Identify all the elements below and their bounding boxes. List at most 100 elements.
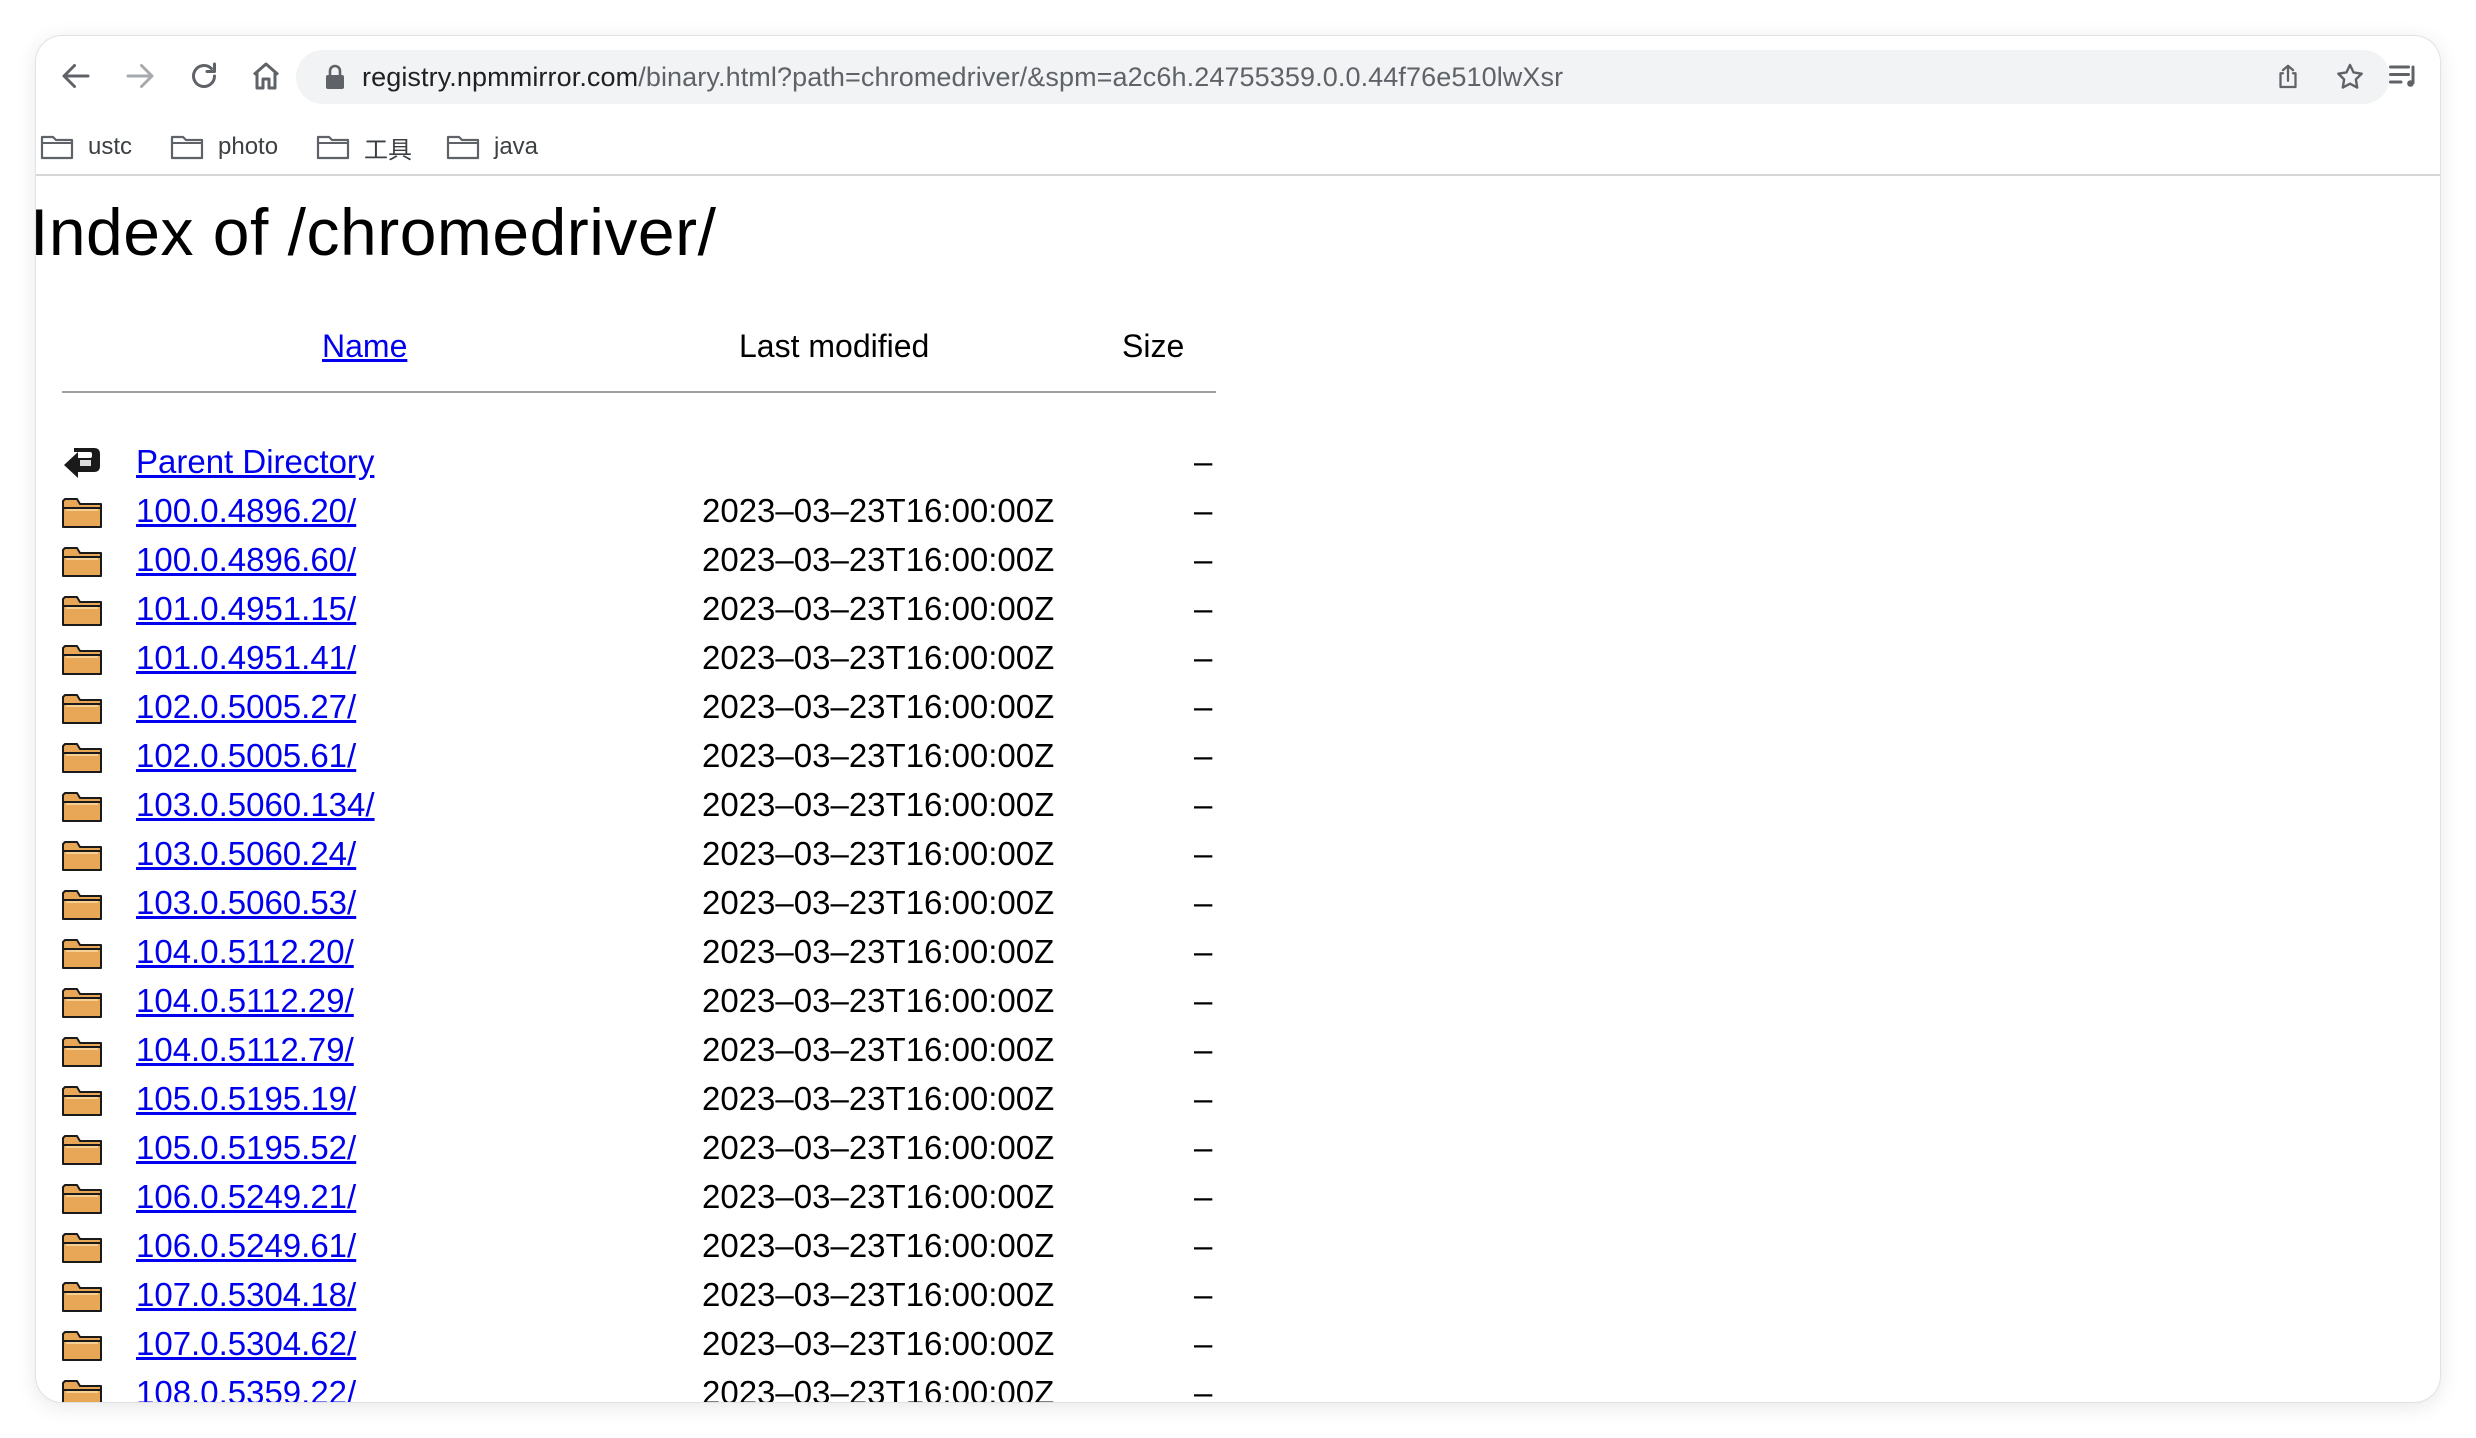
last-modified-cell: 2023–03–23T16:00:00Z: [702, 1325, 1055, 1362]
directory-link[interactable]: 103.0.5060.134/: [136, 785, 375, 825]
folder-icon: [62, 1135, 102, 1165]
directory-link[interactable]: 105.0.5195.19/: [136, 1079, 356, 1119]
directory-link[interactable]: 106.0.5249.21/: [136, 1177, 356, 1217]
directory-row: 106.0.5249.61/2023–03–23T16:00:00Z –: [36, 1222, 1236, 1271]
sort-by-name-link[interactable]: Name: [322, 328, 407, 364]
bookmark-folder-java[interactable]: java: [446, 128, 538, 166]
arrow-right-icon: [126, 64, 154, 88]
url-text[interactable]: registry.npmmirror.com/binary.html?path=…: [362, 50, 1563, 104]
bookmark-label: photo: [218, 133, 279, 160]
folder-icon: [62, 1233, 102, 1263]
folder-icon: [62, 1282, 102, 1312]
size-cell: –: [1194, 835, 1213, 872]
directory-link[interactable]: 100.0.4896.20/: [136, 491, 356, 531]
directory-link[interactable]: 102.0.5005.61/: [136, 736, 356, 776]
size-cell: –: [1194, 443, 1213, 480]
folder-icon: [62, 498, 102, 528]
bookmark-label: ustc: [88, 133, 133, 160]
directory-row: 100.0.4896.20/2023–03–23T16:00:00Z –: [36, 487, 1236, 536]
directory-link[interactable]: 101.0.4951.41/: [136, 638, 356, 678]
folder-icon: [316, 135, 350, 160]
directory-row: 107.0.5304.62/2023–03–23T16:00:00Z –: [36, 1320, 1236, 1369]
reading-list-button[interactable]: [2378, 50, 2430, 102]
directory-link[interactable]: 104.0.5112.79/: [136, 1030, 354, 1070]
star-icon: [2337, 63, 2363, 89]
column-header-name[interactable]: Name: [322, 328, 407, 365]
directory-row: 105.0.5195.52/2023–03–23T16:00:00Z –: [36, 1124, 1236, 1173]
size-cell: –: [1194, 884, 1213, 921]
directory-link[interactable]: 100.0.4896.60/: [136, 540, 356, 580]
bookmark-folder-photo[interactable]: photo: [170, 128, 278, 166]
page-title: Index of /chromedriver/: [36, 195, 717, 269]
directory-link[interactable]: 102.0.5005.27/: [136, 687, 356, 727]
directory-row: 103.0.5060.134/2023–03–23T16:00:00Z –: [36, 781, 1236, 830]
folder-icon: [62, 547, 102, 577]
directory-row: 103.0.5060.53/2023–03–23T16:00:00Z –: [36, 879, 1236, 928]
share-button[interactable]: [2270, 59, 2306, 95]
last-modified-cell: 2023–03–23T16:00:00Z: [702, 1374, 1055, 1402]
size-cell: –: [1194, 590, 1213, 627]
back-arrow-icon: [64, 448, 100, 478]
folder-icon: [62, 792, 102, 822]
directory-link[interactable]: 103.0.5060.24/: [136, 834, 356, 874]
directory-row: 100.0.4896.60/2023–03–23T16:00:00Z –: [36, 536, 1236, 585]
size-cell: –: [1194, 1080, 1213, 1117]
size-cell: –: [1194, 492, 1213, 529]
header-rule: [62, 391, 1216, 393]
size-cell: –: [1194, 786, 1213, 823]
size-cell: –: [1194, 737, 1213, 774]
directory-link[interactable]: 107.0.5304.62/: [136, 1324, 356, 1364]
last-modified-cell: 2023–03–23T16:00:00Z: [702, 982, 1055, 1019]
last-modified-cell: 2023–03–23T16:00:00Z: [702, 884, 1055, 921]
directory-row: 103.0.5060.24/2023–03–23T16:00:00Z –: [36, 830, 1236, 879]
directory-row: 101.0.4951.41/2023–03–23T16:00:00Z –: [36, 634, 1236, 683]
column-header-last-modified: Last modified: [739, 328, 930, 364]
parent-directory-link[interactable]: Parent Directory: [136, 442, 374, 482]
reload-button[interactable]: [178, 50, 230, 102]
browser-window: registry.npmmirror.com/binary.html?path=…: [36, 36, 2440, 1402]
directory-link[interactable]: 108.0.5359.22/: [136, 1373, 356, 1402]
bookmark-folder-tools[interactable]: 工具: [316, 128, 412, 166]
folder-icon: [62, 596, 102, 626]
bookmark-label: java: [494, 133, 539, 160]
folder-icon: [446, 135, 480, 160]
size-cell: –: [1194, 1178, 1213, 1215]
directory-link[interactable]: 103.0.5060.53/: [136, 883, 356, 923]
size-cell: –: [1194, 982, 1213, 1019]
back-button[interactable]: [50, 50, 102, 102]
directory-row: 104.0.5112.79/2023–03–23T16:00:00Z –: [36, 1026, 1236, 1075]
parent-directory-row: Parent Directory –: [36, 438, 1236, 487]
directory-link[interactable]: 105.0.5195.52/: [136, 1128, 356, 1168]
size-cell: –: [1194, 541, 1213, 578]
share-icon: [2279, 64, 2297, 89]
address-bar[interactable]: registry.npmmirror.com/binary.html?path=…: [296, 50, 2390, 104]
bookmark-star-button[interactable]: [2332, 59, 2368, 95]
directory-link[interactable]: 104.0.5112.29/: [136, 981, 354, 1021]
browser-toolbar: registry.npmmirror.com/binary.html?path=…: [36, 36, 2440, 116]
last-modified-cell: 2023–03–23T16:00:00Z: [702, 590, 1055, 627]
folder-icon: [62, 988, 102, 1018]
directory-row: 102.0.5005.27/2023–03–23T16:00:00Z –: [36, 683, 1236, 732]
directory-row: 104.0.5112.20/2023–03–23T16:00:00Z –: [36, 928, 1236, 977]
directory-row: 102.0.5005.61/2023–03–23T16:00:00Z –: [36, 732, 1236, 781]
directory-link[interactable]: 106.0.5249.61/: [136, 1226, 356, 1266]
folder-icon: [62, 841, 102, 871]
last-modified-cell: 2023–03–23T16:00:00Z: [702, 786, 1055, 823]
bookmark-folder-ustc[interactable]: ustc: [40, 128, 132, 166]
lock-icon[interactable]: [324, 63, 346, 91]
folder-icon: [62, 1184, 102, 1214]
size-cell: –: [1194, 1325, 1213, 1362]
directory-link[interactable]: 107.0.5304.18/: [136, 1275, 356, 1315]
home-button[interactable]: [240, 50, 292, 102]
directory-row: 106.0.5249.21/2023–03–23T16:00:00Z –: [36, 1173, 1236, 1222]
forward-button[interactable]: [114, 50, 166, 102]
last-modified-cell: 2023–03–23T16:00:00Z: [702, 639, 1055, 676]
last-modified-cell: 2023–03–23T16:00:00Z: [702, 1031, 1055, 1068]
directory-link[interactable]: 101.0.4951.15/: [136, 589, 356, 629]
last-modified-cell: 2023–03–23T16:00:00Z: [702, 1178, 1055, 1215]
directory-link[interactable]: 104.0.5112.20/: [136, 932, 354, 972]
size-cell: –: [1194, 1374, 1213, 1402]
last-modified-cell: 2023–03–23T16:00:00Z: [702, 1129, 1055, 1166]
directory-row: 107.0.5304.18/2023–03–23T16:00:00Z –: [36, 1271, 1236, 1320]
folder-icon: [62, 890, 102, 920]
